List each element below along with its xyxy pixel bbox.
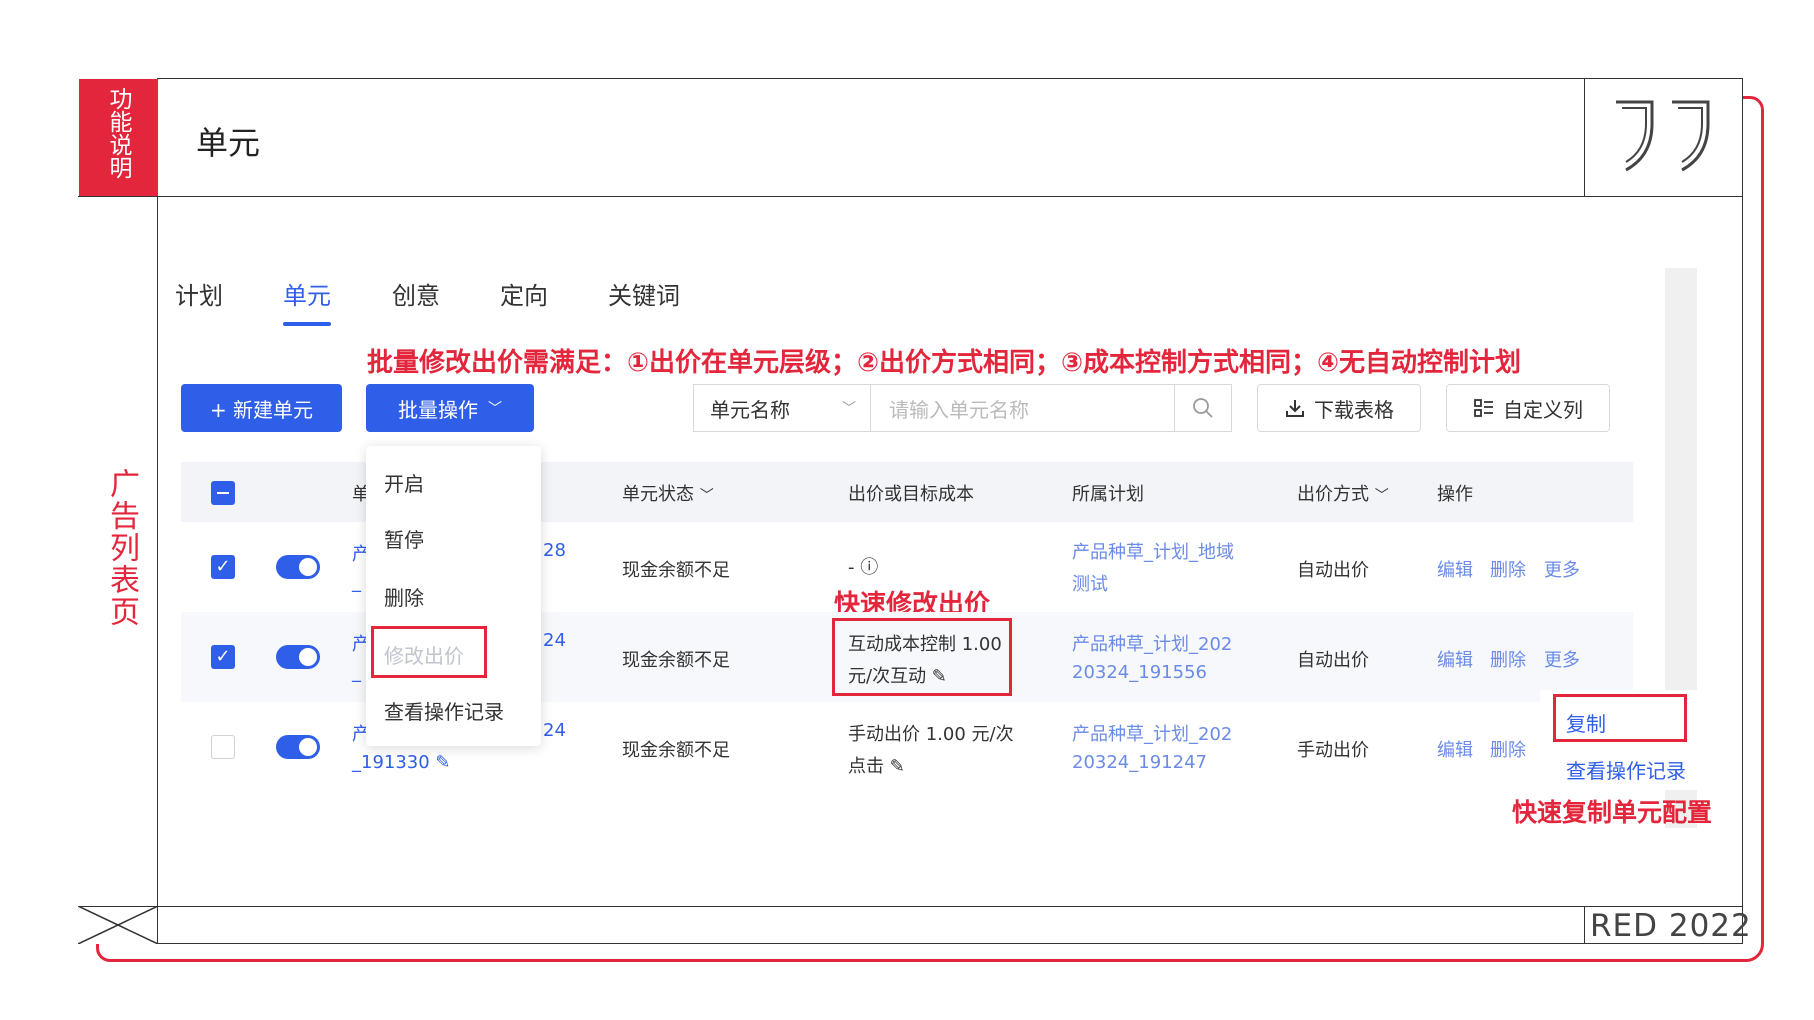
download-table-button[interactable]: 下载表格 bbox=[1257, 384, 1421, 432]
unit-name-line2[interactable]: _ bbox=[352, 662, 361, 683]
chevron-down-icon: ﹀ bbox=[842, 401, 856, 417]
header-bid: 出价或目标成本 bbox=[848, 484, 974, 505]
section-label: 广告列表页 bbox=[104, 468, 139, 628]
delete-link[interactable]: 删除 bbox=[1490, 556, 1526, 582]
unit-name-tail[interactable]: 24 bbox=[543, 720, 566, 741]
tab-plan[interactable]: 计划 bbox=[175, 276, 223, 311]
delete-link[interactable]: 删除 bbox=[1490, 736, 1526, 762]
unit-name-tail[interactable]: 24 bbox=[543, 630, 566, 651]
batch-edit-note: 批量修改出价需满足：①出价在单元层级；②出价方式相同；③成本控制方式相同；④无自… bbox=[367, 348, 1522, 378]
header-bid-mode[interactable]: 出价方式 ﹀ bbox=[1297, 480, 1389, 506]
chevron-down-icon: ﹀ bbox=[699, 488, 714, 504]
feature-tag-text: 功能说明 bbox=[105, 87, 131, 179]
brand-footer: RED 2022 bbox=[1590, 908, 1752, 944]
divider bbox=[158, 196, 1743, 197]
more-link[interactable]: 更多 bbox=[1544, 646, 1580, 672]
plan-link[interactable]: 产品种草_计划_202 bbox=[1072, 630, 1232, 656]
status-toggle[interactable] bbox=[276, 735, 320, 759]
plan-link-line2[interactable]: 20324_191556 bbox=[1072, 662, 1207, 683]
unit-name-line2[interactable]: _191330 ✎ bbox=[352, 752, 451, 773]
row-checkbox[interactable]: ✓ bbox=[211, 555, 235, 579]
filter-select-value: 单元名称 bbox=[710, 397, 790, 422]
menu-item-enable[interactable]: 开启 bbox=[384, 468, 424, 497]
plan-link-line2[interactable]: 测试 bbox=[1072, 570, 1108, 596]
unit-name-tail[interactable]: 28 bbox=[543, 540, 566, 561]
menu-item-delete[interactable]: 删除 bbox=[384, 582, 424, 611]
more-link[interactable]: 更多 bbox=[1544, 556, 1580, 582]
chevron-down-icon: ﹀ bbox=[488, 401, 502, 417]
bid-mode: 自动出价 bbox=[1297, 650, 1369, 671]
tab-unit[interactable]: 单元 bbox=[283, 276, 331, 311]
tab-keywords[interactable]: 关键词 bbox=[608, 276, 680, 311]
filter-select[interactable]: 单元名称 ﹀ bbox=[693, 384, 870, 432]
custom-columns-button[interactable]: 自定义列 bbox=[1446, 384, 1610, 432]
header-plan: 所属计划 bbox=[1072, 484, 1144, 505]
modify-bid-highlight bbox=[371, 626, 487, 678]
unit-name-line2[interactable]: _ bbox=[352, 572, 361, 593]
quote-icon bbox=[1616, 100, 1710, 172]
divider bbox=[1584, 906, 1585, 944]
divider bbox=[78, 906, 1743, 907]
view-log-menu-item[interactable]: 查看操作记录 bbox=[1566, 755, 1686, 784]
search-input[interactable]: 请输入单元名称 bbox=[870, 384, 1175, 432]
bid-value-line2[interactable]: 点击 ✎ bbox=[848, 752, 905, 778]
bid-value: - ⓘ bbox=[848, 557, 879, 578]
batch-ops-label: 批量操作 bbox=[398, 397, 478, 422]
bid-value: 手动出价 1.00 元/次 bbox=[848, 724, 1014, 745]
plan-link-line2[interactable]: 20324_191247 bbox=[1072, 752, 1207, 773]
menu-item-pause[interactable]: 暂停 bbox=[384, 524, 424, 553]
columns-icon bbox=[1474, 399, 1493, 417]
tab-targeting[interactable]: 定向 bbox=[500, 276, 548, 311]
page-title: 单元 bbox=[196, 124, 261, 162]
unit-status: 现金余额不足 bbox=[622, 560, 730, 581]
chevron-down-icon: ﹀ bbox=[1374, 488, 1389, 504]
edit-link[interactable]: 编辑 bbox=[1437, 646, 1473, 672]
header-status-label: 单元状态 bbox=[622, 484, 694, 505]
bid-mode: 手动出价 bbox=[1297, 740, 1369, 761]
select-all-checkbox[interactable] bbox=[211, 481, 235, 505]
row-checkbox[interactable] bbox=[211, 735, 235, 759]
bid-mode: 自动出价 bbox=[1297, 560, 1369, 581]
new-unit-button[interactable]: + 新建单元 bbox=[181, 384, 342, 432]
divider bbox=[78, 196, 158, 197]
menu-item-view-log[interactable]: 查看操作记录 bbox=[384, 696, 504, 725]
tab-creative[interactable]: 创意 bbox=[392, 276, 440, 311]
plan-link[interactable]: 产品种草_计划_地域 bbox=[1072, 538, 1234, 564]
search-button[interactable] bbox=[1175, 384, 1232, 432]
header-status[interactable]: 单元状态 ﹀ bbox=[622, 480, 714, 506]
header-bid-mode-label: 出价方式 bbox=[1297, 484, 1369, 505]
tab-active-indicator bbox=[283, 322, 331, 326]
edit-link[interactable]: 编辑 bbox=[1437, 556, 1473, 582]
header-ops: 操作 bbox=[1437, 484, 1473, 505]
quick-copy-note: 快速复制单元配置 bbox=[1512, 798, 1713, 827]
status-toggle[interactable] bbox=[276, 645, 320, 669]
delete-link[interactable]: 删除 bbox=[1490, 646, 1526, 672]
row-checkbox[interactable]: ✓ bbox=[211, 645, 235, 669]
edit-link[interactable]: 编辑 bbox=[1437, 736, 1473, 762]
plan-link[interactable]: 产品种草_计划_202 bbox=[1072, 720, 1232, 746]
batch-ops-button[interactable]: 批量操作 ﹀ bbox=[366, 384, 534, 432]
unit-status: 现金余额不足 bbox=[622, 740, 730, 761]
download-icon bbox=[1286, 400, 1304, 417]
quick-bid-highlight bbox=[832, 618, 1012, 696]
download-label: 下载表格 bbox=[1314, 397, 1394, 422]
status-toggle[interactable] bbox=[276, 555, 320, 579]
copy-highlight bbox=[1553, 694, 1687, 742]
divider bbox=[1584, 79, 1585, 197]
unit-status: 现金余额不足 bbox=[622, 650, 730, 671]
feature-tag: 功能说明 bbox=[79, 79, 158, 197]
corner-cross-icon bbox=[78, 906, 158, 944]
search-placeholder: 请输入单元名称 bbox=[889, 397, 1029, 422]
search-icon bbox=[1193, 398, 1213, 418]
custom-columns-label: 自定义列 bbox=[1503, 397, 1583, 422]
